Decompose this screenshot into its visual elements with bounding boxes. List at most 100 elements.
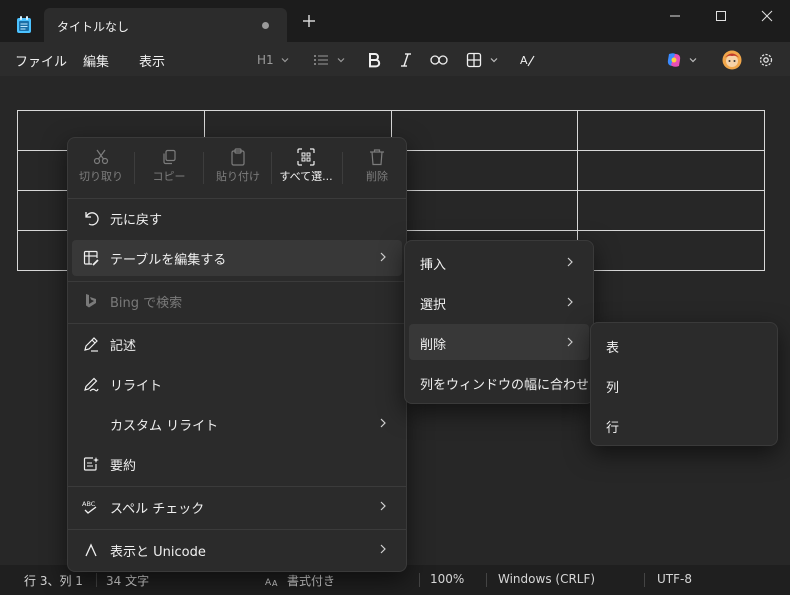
unsaved-dot-icon[interactable] (262, 22, 269, 29)
menu-item-custom-rewrite[interactable]: カスタム リライト (72, 406, 402, 442)
menu-file[interactable]: ファイル (15, 51, 67, 70)
table-cell[interactable] (577, 110, 765, 151)
toolbar-divider (134, 152, 135, 184)
menu-item-rewrite[interactable]: リライト (72, 366, 402, 402)
bold-button[interactable] (367, 51, 381, 69)
settings-button[interactable] (757, 51, 775, 69)
unicode-icon (85, 543, 97, 557)
chevron-right-icon (567, 257, 573, 267)
character-count: 34 文字 (106, 574, 150, 588)
delete-icon (370, 149, 384, 166)
menu-item-write[interactable]: 記述 (72, 326, 402, 362)
link-icon (430, 55, 448, 65)
chevron-down-icon (689, 58, 697, 63)
rewrite-label: リライト (110, 379, 163, 394)
paste-icon (231, 148, 245, 166)
fit-columns-label: 列をウィンドウの幅に合わせる (420, 378, 603, 393)
clear-format-button[interactable]: A (519, 51, 535, 69)
chevron-right-icon (567, 337, 573, 347)
italic-icon (401, 53, 411, 67)
title-bar: タイトルなし (0, 0, 790, 42)
italic-button[interactable] (399, 51, 413, 69)
edit-table-icon (83, 250, 99, 266)
toolbar-divider (271, 152, 272, 184)
menu-divider (68, 323, 406, 324)
menu-edit[interactable]: 編集 (83, 51, 109, 70)
delete-button[interactable]: 削除 (344, 146, 410, 192)
notepad-app-icon (17, 16, 31, 33)
summarize-label: 要約 (110, 459, 137, 474)
link-button[interactable] (430, 51, 448, 69)
menu-item-edit-table[interactable]: テーブルを編集する (72, 240, 402, 276)
table-cell[interactable] (390, 110, 579, 151)
cut-label: 切り取り (79, 170, 123, 183)
chevron-right-icon (380, 544, 386, 554)
svg-text:A: A (272, 579, 278, 587)
minimize-button[interactable] (652, 0, 698, 32)
menu-item-bing-search[interactable]: Bing で検索 (72, 283, 402, 319)
table-cell[interactable] (577, 230, 765, 271)
close-icon (761, 10, 773, 22)
spell-check-icon: ABC (82, 500, 97, 514)
submenu-item-delete-row[interactable]: 行 (595, 407, 773, 443)
menu-divider (68, 486, 406, 487)
font-format-icon: AA (265, 578, 278, 587)
copilot-dropdown[interactable] (665, 51, 698, 69)
menu-item-undo[interactable]: 元に戻す (72, 200, 402, 236)
menu-view[interactable]: 表示 (139, 51, 165, 70)
close-button[interactable] (744, 0, 790, 32)
submenu-item-delete-column[interactable]: 列 (595, 367, 773, 403)
select-all-icon (297, 148, 315, 166)
cut-button[interactable]: 切り取り (68, 146, 134, 192)
menu-item-summarize[interactable]: 要約 (72, 446, 402, 482)
copy-label: コピー (152, 170, 186, 183)
chevron-right-icon (380, 252, 386, 262)
line-ending[interactable]: Windows (CRLF) (498, 572, 595, 586)
submenu-item-fit-columns[interactable]: 列をウィンドウの幅に合わせる (409, 364, 602, 400)
submenu-item-select[interactable]: 選択 (409, 284, 589, 320)
submenu-item-delete[interactable]: 削除 (409, 324, 589, 360)
submenu-item-delete-table[interactable]: 表 (595, 327, 773, 363)
menu-item-spell-check[interactable]: ABC スペル チェック (72, 489, 402, 525)
write-icon (84, 337, 98, 352)
svg-text:A: A (520, 54, 528, 67)
document-tab[interactable]: タイトルなし (44, 8, 287, 42)
encoding[interactable]: UTF-8 (657, 572, 692, 586)
heading-label: H1 (257, 53, 274, 67)
chevron-right-icon (380, 418, 386, 428)
table-cell[interactable] (577, 190, 765, 231)
paste-label: 貼り付け (216, 170, 260, 183)
avatar-icon (722, 50, 742, 70)
maximize-icon (716, 11, 726, 21)
list-icon (314, 55, 328, 65)
table-icon (466, 52, 482, 68)
rewrite-icon (84, 377, 99, 392)
cursor-position[interactable]: 行 3、列 1 (24, 572, 83, 589)
select-all-button[interactable]: すべて選... (273, 146, 339, 192)
minimize-icon (670, 15, 680, 17)
chevron-down-icon (281, 58, 289, 63)
menu-item-unicode[interactable]: 表示と Unicode (72, 532, 402, 568)
heading-dropdown[interactable]: H1 (257, 51, 290, 69)
copy-button[interactable]: コピー (136, 146, 202, 192)
table-cell[interactable] (577, 150, 765, 191)
chevron-down-icon (490, 58, 498, 63)
maximize-button[interactable] (698, 0, 744, 32)
menu-divider (68, 198, 406, 199)
format-mode[interactable]: AA 書式付き (265, 572, 335, 589)
table-cell[interactable] (390, 190, 579, 231)
table-dropdown[interactable] (466, 51, 499, 69)
insert-label: 挿入 (420, 258, 447, 273)
write-label: 記述 (110, 339, 137, 354)
chevron-right-icon (567, 297, 573, 307)
account-avatar[interactable] (722, 50, 742, 70)
zoom-level[interactable]: 100% (430, 572, 464, 586)
chevron-down-icon (337, 58, 345, 63)
paste-button[interactable]: 貼り付け (205, 146, 271, 192)
context-menu-toolbar: 切り取り コピー 貼り付け すべて選... 削除 (68, 138, 406, 198)
submenu-item-insert[interactable]: 挿入 (409, 244, 589, 280)
toolbar-divider (203, 152, 204, 184)
table-cell[interactable] (390, 150, 579, 191)
list-dropdown[interactable] (313, 51, 346, 69)
new-tab-plus-icon[interactable] (300, 12, 318, 30)
